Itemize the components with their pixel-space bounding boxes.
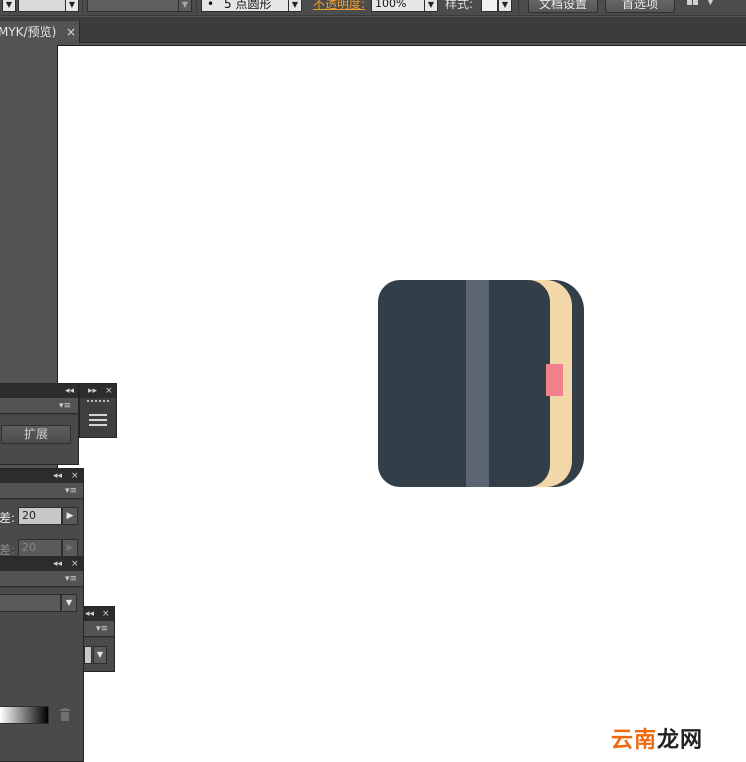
tolerance-label: 差: [0,511,16,525]
panel-menu-icon[interactable]: ▾≡ [65,486,77,496]
tolerance-panel: ◂◂ × ▾≡ 差: 20 ▶ 差: 20 ▶ [0,468,84,560]
panel-title-bar: ◂◂ × [0,557,83,571]
opacity-label[interactable]: 不透明度: [313,0,365,12]
tolerance-disabled-input: 20 [18,539,62,557]
chevron-down-icon[interactable]: ▼ [707,0,714,7]
tolerance-stepper-arrow[interactable]: ▶ [62,507,78,525]
preferences-button[interactable]: 首选项 [605,0,675,13]
value-field[interactable] [84,646,92,664]
opacity-field[interactable]: 100% [371,0,425,12]
stroke-weight-field[interactable] [18,0,66,12]
panel-title-bar: ◂◂ × [84,607,114,621]
panel-body: ▼ [0,588,83,761]
control-bar: ▼ ▼ ▼ • 5 点圆形 ▼ 不透明度: 100% ▼ 样式: ▼ 文档设置 … [0,0,746,16]
watermark-logo: 云南龙网 [611,722,703,754]
brush-dot-icon: • [207,0,215,11]
close-icon[interactable]: × [71,471,79,481]
expand-button[interactable]: 扩展 [1,425,71,444]
collapse-panels-icon[interactable]: ◂◂ [53,559,62,569]
panel-body: ▼ [84,638,114,671]
panel-body: 差: 20 ▶ 差: 20 ▶ [0,500,83,559]
style-dropdown-arrow[interactable]: ▼ [498,0,512,12]
gradient-panel: ◂◂ × ▾≡ ▼ [0,556,84,762]
panel-menu-icon[interactable]: ▾≡ [96,624,108,634]
panel-tab-row: ▾≡ [0,571,83,587]
divider [518,0,519,14]
panel-grip-icon[interactable] [87,400,109,404]
brush-dropdown-arrow[interactable]: ▼ [288,0,302,12]
stroke-weight-dropdown[interactable]: ▼ [65,0,79,12]
collapse-panels-icon[interactable]: ◂◂ [65,386,74,396]
arrange-documents-icon[interactable] [686,0,698,8]
image-trace-panel: ◂◂ ▾≡ 扩展 [0,383,79,465]
notebook-strap [466,280,489,487]
profile-dropdown-arrow[interactable]: ▼ [178,0,192,12]
opacity-value: 100% [375,0,407,10]
document-tab-title: MYK/预览) [0,25,57,39]
panel-menu-icon[interactable]: ▾≡ [59,401,71,411]
divider [196,0,197,14]
close-icon[interactable]: × [105,386,113,396]
menu-lines-icon[interactable] [89,413,107,426]
tolerance-input[interactable]: 20 [18,507,62,525]
brush-definition[interactable]: • 5 点圆形 [201,0,289,12]
notebook-artwork[interactable] [376,280,586,488]
brush-size-label: 5 点圆形 [224,0,272,11]
floating-mini-panel: ◂◂ × ▾≡ ▼ [83,606,115,672]
panel-tab-row: ▾≡ [84,621,114,637]
opacity-dropdown-arrow[interactable]: ▼ [424,0,438,12]
panel-title-bar: ◂◂ [0,384,78,398]
close-icon[interactable]: × [102,609,110,619]
panel-title-bar: ◂◂ × [0,469,83,483]
collapsed-panel-dock: ▸▸ × [79,383,117,438]
panel-menu-icon[interactable]: ▾≡ [65,574,77,584]
watermark-part2: 龙网 [657,728,704,753]
collapse-panels-icon[interactable]: ◂◂ [85,609,94,619]
variable-width-profile[interactable] [87,0,179,12]
chevron-down-icon[interactable]: ▼ [93,646,107,664]
style-label: 样式: [445,0,474,11]
gradient-type-select[interactable] [0,594,61,612]
chevron-down-icon[interactable]: ▼ [61,594,77,612]
close-icon[interactable]: × [66,21,76,43]
notebook-bookmark [546,364,563,396]
close-icon[interactable]: × [71,559,79,569]
notebook-cover [378,280,550,487]
panel-tab-row: ▾≡ [0,398,78,414]
trash-icon[interactable] [59,708,71,722]
tolerance-disabled-stepper: ▶ [62,539,78,557]
document-tab[interactable]: MYK/预览) × [0,21,80,43]
gradient-slider[interactable] [0,706,49,724]
collapse-panels-icon[interactable]: ◂◂ [53,471,62,481]
panel-tab-row: ▾≡ [0,483,83,499]
stroke-dropdown-arrow[interactable]: ▼ [2,0,16,12]
document-setup-button[interactable]: 文档设置 [528,0,598,13]
watermark-part1: 云南 [611,728,658,753]
panel-body: 扩展 [0,415,78,464]
document-tab-bar: MYK/预览) × [0,17,746,43]
divider [82,0,83,14]
graphic-style-swatch[interactable] [481,0,498,12]
panel-title-bar: ▸▸ × [80,384,116,398]
expand-panels-icon[interactable]: ▸▸ [88,386,97,396]
